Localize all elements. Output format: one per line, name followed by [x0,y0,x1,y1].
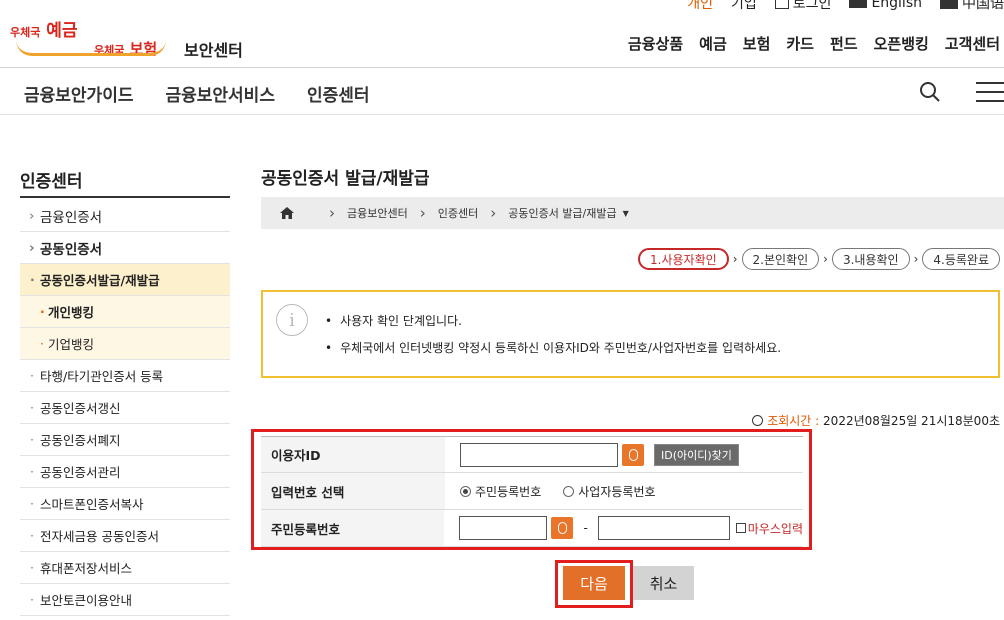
mouse-input-label: 마우스입력 [747,521,803,536]
notice-line-2: 우체국에서 인터넷뱅킹 약정시 등록하신 이용자ID와 주민번호/사업자번호를 … [325,339,781,356]
number-type-label: 입력번호 선택 [261,473,445,509]
step-arrow-icon: › [732,252,738,266]
sidebar-item-cert-revoke[interactable]: 공동인증서폐지 [20,424,230,456]
rrn-second-input[interactable] [597,516,730,540]
notice-line-1: 사용자 확인 단계입니다. [325,312,462,329]
lookup-value: 2022년08월25일 21시18분00초 [823,414,1000,428]
gnb-item[interactable]: 보험 [743,33,771,54]
sidebar-item-e-tax-cert[interactable]: 전자세금용 공동인증서 [20,520,230,552]
breadcrumb-separator: › [329,204,335,222]
notice-box: i 사용자 확인 단계입니다. 우체국에서 인터넷뱅킹 약정시 등록하신 이용자… [261,290,1000,378]
rrn-radio[interactable] [460,485,471,497]
step-3: 3.내용확인 [831,248,910,270]
step-arrow-icon: › [913,252,919,266]
rrn-first-input[interactable] [459,516,548,540]
rrn-row: 주민등록번호 - 마우스입력 [261,510,803,547]
breadcrumb-item[interactable]: 금융보안센터 [347,205,408,221]
next-button[interactable]: 다음 [563,566,625,600]
subnav-service[interactable]: 금융보안서비스 [165,81,274,106]
sidebar-item-cert-manage[interactable]: 공동인증서관리 [20,456,230,488]
number-type-row: 입력번호 선택 주민등록번호 사업자등록번호 [261,473,803,510]
personal-link[interactable]: 개인 [687,0,713,13]
logo-swoosh [16,40,166,56]
cancel-button[interactable]: 취소 [633,566,694,600]
breadcrumb-item-current[interactable]: 공동인증서 발급/재발급 [508,205,616,221]
rrn-radio-label[interactable]: 주민등록번호 [475,483,541,500]
sidebar-item-corporate-banking[interactable]: 기업뱅킹 [20,328,230,360]
sidebar-item-financial-cert[interactable]: 금융인증서 [20,200,230,232]
mouse-input-icon[interactable] [551,517,574,539]
find-id-button[interactable]: ID(아이디)찾기 [654,443,739,466]
hamburger-menu-icon[interactable] [976,82,1004,102]
gnb-item[interactable]: 카드 [786,33,814,54]
login-icon [774,0,789,9]
sidebar-item-issue-reissue[interactable]: 공동인증서발급/재발급 [20,264,230,296]
sidebar-item-joint-cert[interactable]: 공동인증서 [20,232,230,264]
sidebar-item-personal-banking[interactable]: 개인뱅킹 [20,296,230,328]
sidebar-title: 인증센터 [20,172,83,192]
lookup-label: 조회시간 : [767,414,820,428]
step-arrow-icon: › [823,252,828,266]
mouse-input-icon[interactable] [622,443,644,466]
header-divider [0,67,1004,68]
step-4: 4.등록완료 [922,248,1000,270]
step-1: 1.사용자확인 [638,248,729,270]
page-title: 공동인증서 발급/재발급 [261,169,430,189]
business-link[interactable]: 기업 [731,0,757,13]
clock-icon [752,415,764,426]
user-verify-form: 이용자ID ID(아이디)찾기 입력번호 선택 주민등록번호 사업자등록번호 주… [261,436,803,547]
lookup-time: 조회시간 : 2022년08월25일 21시18분00초 [752,412,1000,429]
brn-radio-label[interactable]: 사업자등록번호 [578,483,655,500]
chinese-link[interactable]: 中国语 [940,0,1004,13]
gnb-item[interactable]: 예금 [699,33,727,54]
breadcrumb-separator: › [490,204,497,222]
subnav-guide[interactable]: 금융보안가이드 [24,81,133,106]
user-id-input[interactable] [460,442,618,467]
mouse-input-checkbox[interactable] [735,523,746,533]
step-indicator: 1.사용자확인 › 2.본인확인 › 3.내용확인 › 4.등록완료 [638,248,1000,270]
brn-radio[interactable] [563,485,575,497]
utility-bar: 개인 기업 로그인 English 中国语 [687,0,1004,12]
sidebar-menu: 금융인증서 공동인증서 공동인증서발급/재발급 개인뱅킹 기업뱅킹 타행/타기관… [20,200,230,616]
sidebar-item-other-cert-register[interactable]: 타행/타기관인증서 등록 [20,360,230,392]
user-id-row: 이용자ID ID(아이디)찾기 [261,436,803,473]
us-flag-icon [849,0,868,8]
subnav-cert-center[interactable]: 인증센터 [307,81,370,106]
gnb-item[interactable]: 고객센터 [945,33,1000,54]
breadcrumb: › 금융보안센터 › 인증센터 › 공동인증서 발급/재발급 ▼ [261,197,1004,229]
mouse-input-toggle[interactable]: 마우스입력 [735,520,803,537]
site-logo[interactable]: 우체국 예금 우체국 보험 보안센터 [10,10,250,60]
sidebar-rule [20,196,230,198]
site-title: 보안센터 [184,41,243,60]
sidebar-item-phone-storage[interactable]: 휴대폰저장서비스 [20,552,230,584]
rrn-label: 주민등록번호 [261,510,445,546]
gnb-item[interactable]: 금융상품 [628,33,683,54]
gnb-item[interactable]: 펀드 [830,33,858,54]
subnav-divider [0,114,1004,115]
search-icon[interactable] [918,80,942,104]
step-2: 2.본인확인 [741,248,820,270]
breadcrumb-item[interactable]: 인증센터 [438,205,478,221]
sidebar-item-smartphone-copy[interactable]: 스마트폰인증서복사 [20,488,230,520]
sub-nav: 금융보안가이드 금융보안서비스 인증센터 [24,81,370,106]
caret-down-icon[interactable]: ▼ [623,209,629,218]
info-icon: i [276,304,308,336]
english-link[interactable]: English [849,0,922,11]
sidebar-item-cert-renew[interactable]: 공동인증서갱신 [20,392,230,424]
sidebar-item-security-token[interactable]: 보안토큰이용안내 [20,584,230,616]
user-id-label: 이용자ID [261,437,445,472]
global-nav: 금융상품 예금 보험 카드 펀드 오픈뱅킹 고객센터 [628,33,1000,54]
rrn-dash: - [583,521,588,535]
login-link[interactable]: 로그인 [774,0,831,13]
gnb-item[interactable]: 오픈뱅킹 [874,33,929,54]
logo-deposit: 우체국 예금 [10,21,78,41]
china-flag-icon [940,0,958,9]
home-icon[interactable] [279,206,295,220]
breadcrumb-separator: › [419,204,426,222]
